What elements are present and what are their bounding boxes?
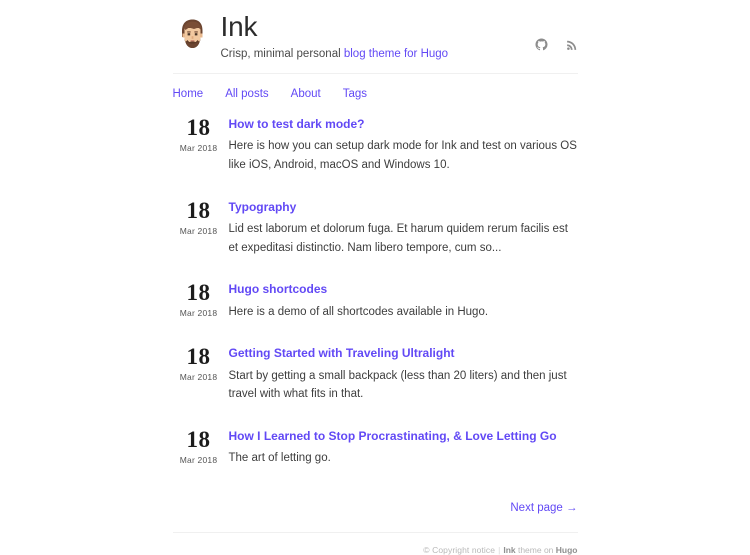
footer-theme-link[interactable]: Ink [503,545,515,555]
site-header: Ink Crisp, minimal personal blog theme f… [172,12,578,74]
post-date: 18 Mar 2018 [173,279,225,319]
post-title: How to test dark mode? [229,117,578,131]
post-title: Getting Started with Traveling Ultraligh… [229,346,578,360]
post-month: Mar 2018 [179,225,218,236]
post-title-link[interactable]: How I Learned to Stop Procrastinating, &… [229,429,557,443]
post-excerpt: Here is how you can setup dark mode for … [228,140,577,171]
post-month: Mar 2018 [179,372,218,383]
post-date: 18 Mar 2018 [173,343,225,383]
site-footer: © Copyright notice | Ink theme on Hugo [172,531,578,555]
copyright-text: © Copyright notice [423,544,496,555]
post-excerpt: Here is a demo of all shortcodes availab… [228,305,489,318]
rss-icon[interactable] [566,39,578,51]
post-day: 18 [186,114,211,140]
post-month: Mar 2018 [179,454,218,465]
post-list-item: 18 Mar 2018 Getting Started with Traveli… [173,343,578,404]
post-list-item: 18 Mar 2018 How I Learned to Stop Procra… [173,426,578,468]
post-title-link[interactable]: Getting Started with Traveling Ultraligh… [229,346,455,360]
post-excerpt: The art of letting go. [228,452,331,465]
post-list: 18 Mar 2018 How to test dark mode? Here … [173,112,578,468]
footer-separator: | [498,544,501,555]
post-excerpt: Start by getting a small backpack (less … [228,369,567,401]
nav-item-home[interactable]: Home [173,88,204,100]
post-body: Getting Started with Traveling Ultraligh… [229,343,578,404]
page-title: Ink [220,11,258,42]
post-excerpt: Lid est laborum et dolorum fuga. Et haru… [228,222,568,254]
post-date: 18 Mar 2018 [173,197,225,236]
post-body: How to test dark mode? Here is how you c… [229,114,578,175]
post-list-item: 18 Mar 2018 How to test dark mode? Here … [173,114,578,175]
post-title: Hugo shortcodes [229,282,578,296]
post-day: 18 [186,426,211,452]
post-month: Mar 2018 [179,308,218,319]
post-day: 18 [186,197,211,223]
content-container: Ink Crisp, minimal personal blog theme f… [172,0,578,555]
next-page-link[interactable]: Next page → [510,502,577,514]
post-body: Hugo shortcodes Here is a demo of all sh… [229,279,578,321]
nav-item-about[interactable]: About [291,88,321,100]
post-month: Mar 2018 [179,143,218,154]
post-title-link[interactable]: Hugo shortcodes [229,282,328,296]
post-day: 18 [186,280,211,306]
github-icon[interactable] [534,38,548,51]
site-subtitle-link[interactable]: blog theme for Hugo [344,48,448,60]
post-title: Typography [229,200,578,214]
post-date: 18 Mar 2018 [173,114,225,153]
post-title-link[interactable]: Typography [229,200,297,214]
site-subtitle-text: Crisp, minimal personal [220,48,344,61]
nav-item-all-posts[interactable]: All posts [225,88,268,100]
social-links [534,38,578,51]
pagination: Next page → [173,490,577,532]
footer-theme-text: theme on [515,544,556,555]
site-nav: Home All posts About Tags [173,74,578,112]
site-subtitle: Crisp, minimal personal blog theme for H… [221,47,578,63]
header-text-block: Ink Crisp, minimal personal blog theme f… [221,12,578,63]
post-date: 18 Mar 2018 [173,426,225,465]
post-list-item: 18 Mar 2018 Typography Lid est laborum e… [173,197,578,258]
nav-item-tags[interactable]: Tags [343,88,367,100]
footer-engine-link[interactable]: Hugo [556,545,578,555]
page-root: Ink Crisp, minimal personal blog theme f… [0,0,750,555]
post-day: 18 [186,344,211,370]
post-body: Typography Lid est laborum et dolorum fu… [229,197,578,258]
post-list-item: 18 Mar 2018 Hugo shortcodes Here is a de… [173,279,578,321]
avatar-bearded-man [172,16,211,54]
post-body: How I Learned to Stop Procrastinating, &… [229,426,578,468]
post-title-link[interactable]: How to test dark mode? [229,117,365,131]
post-title: How I Learned to Stop Procrastinating, &… [229,429,578,443]
